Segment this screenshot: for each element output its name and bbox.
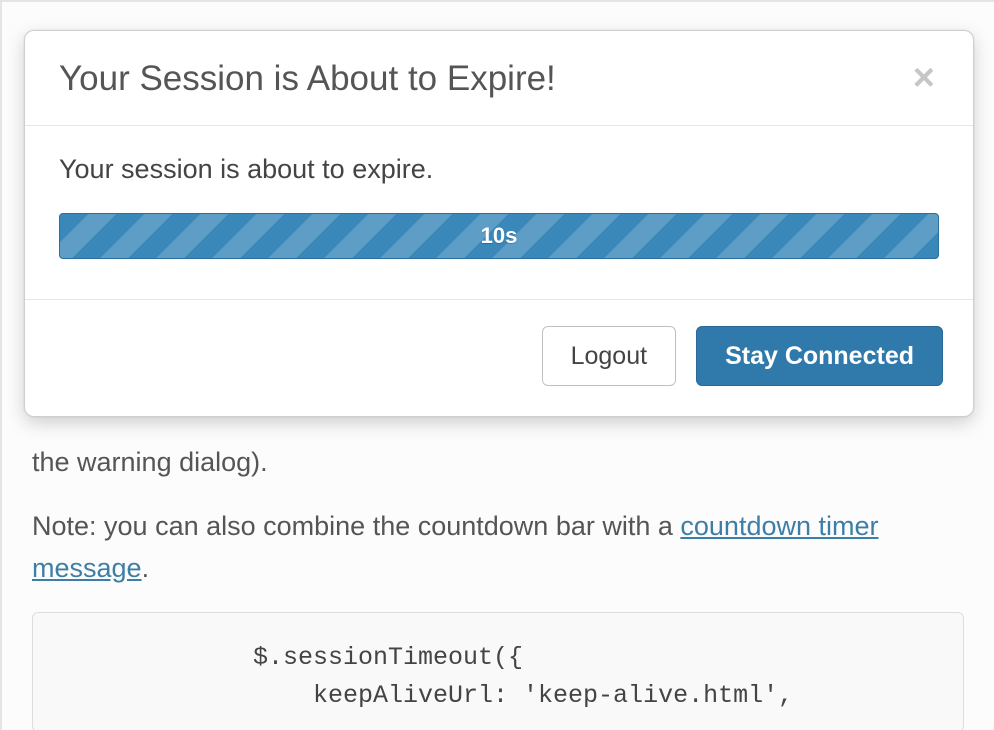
note-paragraph: Note: you can also combine the countdown… (32, 506, 964, 590)
countdown-progress-bar: 10s (59, 213, 939, 259)
background-page: the warning dialog). Note: you can also … (32, 442, 964, 730)
countdown-label: 10s (60, 214, 938, 258)
note-text-prefix: Note: you can also combine the countdown… (32, 511, 680, 541)
logout-button[interactable]: Logout (542, 326, 676, 386)
stay-connected-button[interactable]: Stay Connected (696, 326, 943, 386)
note-text-suffix: . (142, 553, 150, 583)
code-line-2: keepAliveUrl: 'keep-alive.html', (253, 681, 793, 710)
modal-header: Your Session is About to Expire! × (25, 31, 973, 126)
modal-body: Your session is about to expire. 10s (25, 126, 973, 299)
paragraph-fragment: the warning dialog). (32, 442, 964, 484)
modal-title: Your Session is About to Expire! (59, 59, 556, 99)
code-block: $.sessionTimeout({ keepAliveUrl: 'keep-a… (32, 612, 964, 730)
modal-body-text: Your session is about to expire. (59, 154, 939, 185)
modal-footer: Logout Stay Connected (25, 299, 973, 416)
session-timeout-modal: Your Session is About to Expire! × Your … (24, 30, 974, 417)
code-line-1: $.sessionTimeout({ (253, 643, 523, 672)
close-icon[interactable]: × (909, 59, 939, 97)
